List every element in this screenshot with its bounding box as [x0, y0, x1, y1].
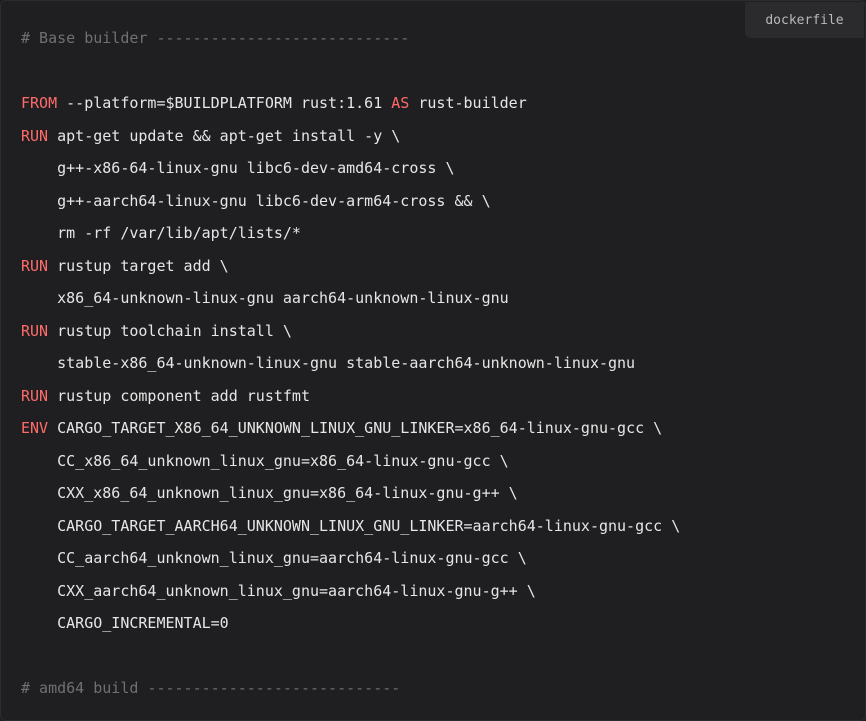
code-line: RUN rustup toolchain install \: [21, 315, 680, 348]
code-text: CC_x86_64_unknown_linux_gnu=x86_64-linux…: [21, 451, 509, 470]
code-comment: # Base builder -------------------------…: [21, 29, 410, 47]
code-text: rustup component add rustfmt: [48, 386, 310, 405]
code-line: CC_x86_64_unknown_linux_gnu=x86_64-linux…: [21, 445, 680, 478]
code-text: g++-x86-64-linux-gnu libc6-dev-amd64-cro…: [21, 159, 455, 177]
code-block: dockerfile # Base builder --------------…: [0, 0, 866, 721]
code-keyword: ENV: [21, 419, 49, 437]
code-line: CARGO_INCREMENTAL=0: [21, 607, 680, 640]
code-text: --platform=$BUILDPLATFORM rust:1.61: [57, 94, 392, 112]
code-text: rustup target add \: [48, 256, 229, 275]
code-line: # Base builder -------------------------…: [21, 22, 680, 55]
code-line: RUN apt-get update && apt-get install -y…: [21, 120, 680, 153]
code-line: CXX_x86_64_unknown_linux_gnu=x86_64-linu…: [21, 477, 680, 510]
code-keyword: RUN: [21, 321, 49, 340]
code-text: rm -rf /var/lib/apt/lists/*: [21, 224, 301, 242]
code-keyword: RUN: [21, 126, 49, 145]
code-line: RUN rustup target add \: [21, 250, 680, 283]
code-keyword: FROM: [21, 94, 58, 112]
code-text: CC_aarch64_unknown_linux_gnu=aarch64-lin…: [21, 549, 527, 567]
code-line: rm -rf /var/lib/apt/lists/*: [21, 217, 680, 250]
code-text: CARGO_TARGET_AARCH64_UNKNOWN_LINUX_GNU_L…: [21, 516, 681, 535]
code-text: rust-builder: [409, 94, 527, 112]
code-text: apt-get update && apt-get install -y \: [48, 126, 401, 145]
code-comment: # amd64 build --------------------------…: [21, 679, 401, 697]
code-line: # amd64 build --------------------------…: [21, 672, 680, 705]
code-keyword: AS: [391, 94, 410, 112]
code-line: RUN rustup component add rustfmt: [21, 380, 680, 413]
code-line: g++-x86-64-linux-gnu libc6-dev-amd64-cro…: [21, 152, 680, 185]
code-line: CXX_aarch64_unknown_linux_gnu=aarch64-li…: [21, 575, 680, 608]
code-line: FROM --platform=$BUILDPLATFORM rust:1.61…: [21, 87, 680, 120]
code-text: CARGO_INCREMENTAL=0: [21, 614, 229, 632]
code-text: g++-aarch64-linux-gnu libc6-dev-arm64-cr…: [21, 191, 491, 210]
code-text: stable-x86_64-unknown-linux-gnu stable-a…: [21, 354, 636, 372]
code-text: CARGO_TARGET_X86_64_UNKNOWN_LINUX_GNU_LI…: [48, 419, 663, 437]
code-line: ENV CARGO_TARGET_X86_64_UNKNOWN_LINUX_GN…: [21, 412, 680, 445]
code-line: CARGO_TARGET_AARCH64_UNKNOWN_LINUX_GNU_L…: [21, 510, 680, 543]
code-keyword: RUN: [21, 256, 49, 275]
code-line: x86_64-unknown-linux-gnu aarch64-unknown…: [21, 282, 680, 315]
code-text: CXX_aarch64_unknown_linux_gnu=aarch64-li…: [21, 581, 536, 600]
code-line: CC_aarch64_unknown_linux_gnu=aarch64-lin…: [21, 542, 680, 575]
code-content[interactable]: # Base builder -------------------------…: [21, 22, 680, 705]
code-keyword: RUN: [21, 386, 49, 405]
code-line: stable-x86_64-unknown-linux-gnu stable-a…: [21, 347, 680, 380]
language-badge: dockerfile: [745, 2, 864, 38]
code-line: g++-aarch64-linux-gnu libc6-dev-arm64-cr…: [21, 185, 680, 218]
code-text: CXX_x86_64_unknown_linux_gnu=x86_64-linu…: [21, 484, 518, 502]
code-text: x86_64-unknown-linux-gnu aarch64-unknown…: [21, 289, 509, 307]
code-text: rustup toolchain install \: [48, 321, 292, 340]
